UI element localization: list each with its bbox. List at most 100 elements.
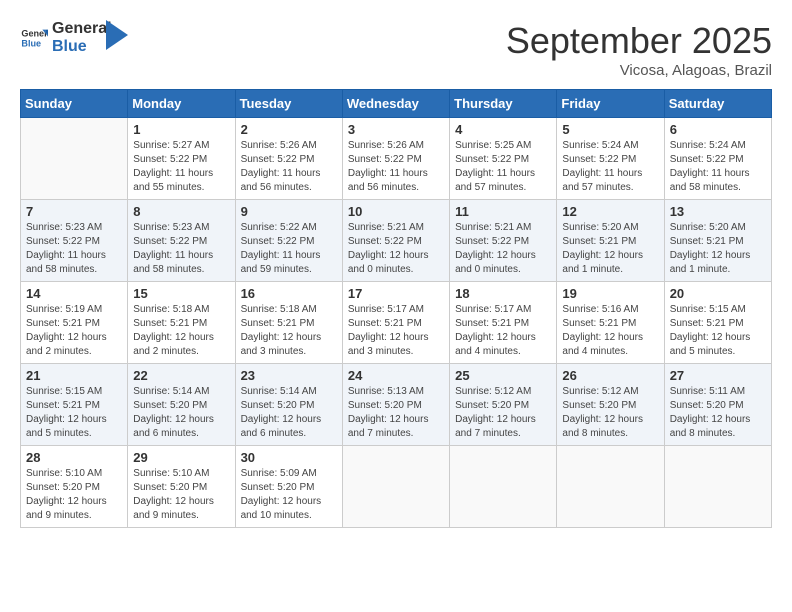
calendar-day-cell: 24Sunrise: 5:13 AMSunset: 5:20 PMDayligh… (342, 364, 449, 446)
logo-blue: Blue (52, 38, 112, 56)
day-number: 1 (133, 122, 229, 137)
day-number: 14 (26, 286, 122, 301)
day-number: 6 (670, 122, 766, 137)
header: General Blue General Blue September 2025… (20, 20, 772, 79)
day-info: Sunrise: 5:14 AMSunset: 5:20 PMDaylight:… (241, 385, 337, 441)
calendar-day-cell: 28 Sunrise: 5:10 AMSunset: 5:20 PMDayligh… (21, 446, 128, 528)
calendar-day-cell: 8 Sunrise: 5:23 AMSunset: 5:22 PMDaylight… (128, 200, 235, 282)
calendar-day-cell: 23 Sunrise: 5:14 AMSunset: 5:20 PMDayligh… (235, 364, 342, 446)
logo-arrow-icon (106, 20, 128, 50)
logo-icon: General Blue (20, 24, 48, 52)
day-number: 22 (133, 368, 229, 383)
logo-general: General (52, 20, 112, 38)
day-info: Sunrise: 5:17 AMSunset: 5:21 PMDaylight:… (455, 303, 551, 359)
calendar-week-row: 7 Sunrise: 5:23 AMSunset: 5:22 PMDaylight… (21, 200, 772, 282)
weekday-header-row: SundayMondayTuesdayWednesdayThursdayFrid… (21, 90, 772, 118)
day-info: Sunrise: 5:19 AMSunset: 5:21 PMDaylight:… (26, 303, 122, 359)
calendar-day-cell: 17 Sunrise: 5:17 AMSunset: 5:21 PMDayligh… (342, 282, 449, 364)
day-number: 3 (348, 122, 444, 137)
day-number: 29 (133, 450, 229, 465)
day-number: 17 (348, 286, 444, 301)
day-number: 9 (241, 204, 337, 219)
weekday-header-thursday: Thursday (450, 90, 557, 118)
day-info: Sunrise: 5:15 AMSunset: 5:21 PMDaylight:… (670, 303, 766, 359)
day-info: Sunrise: 5:10 AMSunset: 5:20 PMDaylight:… (133, 467, 229, 523)
calendar-day-cell: 30 Sunrise: 5:09 AMSunset: 5:20 PMDayligh… (235, 446, 342, 528)
day-number: 20 (670, 286, 766, 301)
day-number: 8 (133, 204, 229, 219)
calendar-day-cell: 21Sunrise: 5:15 AMSunset: 5:21 PMDayligh… (21, 364, 128, 446)
svg-text:Blue: Blue (21, 38, 41, 48)
day-number: 26 (562, 368, 658, 383)
calendar-day-cell: 7 Sunrise: 5:23 AMSunset: 5:22 PMDaylight… (21, 200, 128, 282)
calendar-day-cell: 2 Sunrise: 5:26 AMSunset: 5:22 PMDaylight… (235, 118, 342, 200)
day-info: Sunrise: 5:09 AMSunset: 5:20 PMDaylight:… (241, 467, 337, 523)
day-info: Sunrise: 5:17 AMSunset: 5:21 PMDaylight:… (348, 303, 444, 359)
day-number: 23 (241, 368, 337, 383)
calendar-week-row: 21Sunrise: 5:15 AMSunset: 5:21 PMDayligh… (21, 364, 772, 446)
calendar-week-row: 14 Sunrise: 5:19 AMSunset: 5:21 PMDayligh… (21, 282, 772, 364)
day-info: Sunrise: 5:23 AMSunset: 5:22 PMDaylight:… (133, 221, 229, 277)
calendar-day-cell (664, 446, 771, 528)
calendar-day-cell (450, 446, 557, 528)
day-number: 4 (455, 122, 551, 137)
day-info: Sunrise: 5:18 AMSunset: 5:21 PMDaylight:… (241, 303, 337, 359)
calendar-day-cell: 15Sunrise: 5:18 AMSunset: 5:21 PMDayligh… (128, 282, 235, 364)
day-number: 11 (455, 204, 551, 219)
day-info: Sunrise: 5:10 AMSunset: 5:20 PMDaylight:… (26, 467, 122, 523)
weekday-header-saturday: Saturday (664, 90, 771, 118)
day-info: Sunrise: 5:25 AMSunset: 5:22 PMDaylight:… (455, 139, 551, 195)
calendar-day-cell: 14 Sunrise: 5:19 AMSunset: 5:21 PMDayligh… (21, 282, 128, 364)
day-number: 16 (241, 286, 337, 301)
day-number: 10 (348, 204, 444, 219)
weekday-header-tuesday: Tuesday (235, 90, 342, 118)
calendar-day-cell: 20 Sunrise: 5:15 AMSunset: 5:21 PMDayligh… (664, 282, 771, 364)
month-year-title: September 2025 (506, 20, 772, 62)
day-info: Sunrise: 5:12 AMSunset: 5:20 PMDaylight:… (455, 385, 551, 441)
calendar-day-cell: 18Sunrise: 5:17 AMSunset: 5:21 PMDayligh… (450, 282, 557, 364)
calendar-day-cell: 6 Sunrise: 5:24 AMSunset: 5:22 PMDaylight… (664, 118, 771, 200)
title-section: September 2025 Vicosa, Alagoas, Brazil (506, 20, 772, 79)
calendar-day-cell (557, 446, 664, 528)
calendar-day-cell: 25Sunrise: 5:12 AMSunset: 5:20 PMDayligh… (450, 364, 557, 446)
calendar-day-cell: 16 Sunrise: 5:18 AMSunset: 5:21 PMDayligh… (235, 282, 342, 364)
logo: General Blue General Blue (20, 20, 128, 55)
calendar-day-cell: 3 Sunrise: 5:26 AMSunset: 5:22 PMDaylight… (342, 118, 449, 200)
day-info: Sunrise: 5:26 AMSunset: 5:22 PMDaylight:… (241, 139, 337, 195)
calendar-day-cell: 29 Sunrise: 5:10 AMSunset: 5:20 PMDayligh… (128, 446, 235, 528)
day-info: Sunrise: 5:24 AMSunset: 5:22 PMDaylight:… (562, 139, 658, 195)
calendar-day-cell: 5Sunrise: 5:24 AMSunset: 5:22 PMDaylight… (557, 118, 664, 200)
day-number: 2 (241, 122, 337, 137)
day-info: Sunrise: 5:26 AMSunset: 5:22 PMDaylight:… (348, 139, 444, 195)
calendar-day-cell: 4 Sunrise: 5:25 AMSunset: 5:22 PMDaylight… (450, 118, 557, 200)
calendar-day-cell: 22Sunrise: 5:14 AMSunset: 5:20 PMDayligh… (128, 364, 235, 446)
calendar-day-cell: 10Sunrise: 5:21 AMSunset: 5:22 PMDayligh… (342, 200, 449, 282)
calendar-day-cell (21, 118, 128, 200)
calendar-day-cell: 26Sunrise: 5:12 AMSunset: 5:20 PMDayligh… (557, 364, 664, 446)
day-info: Sunrise: 5:21 AMSunset: 5:22 PMDaylight:… (455, 221, 551, 277)
calendar-week-row: 28 Sunrise: 5:10 AMSunset: 5:20 PMDayligh… (21, 446, 772, 528)
calendar-day-cell (342, 446, 449, 528)
day-info: Sunrise: 5:22 AMSunset: 5:22 PMDaylight:… (241, 221, 337, 277)
calendar-day-cell: 19 Sunrise: 5:16 AMSunset: 5:21 PMDayligh… (557, 282, 664, 364)
day-info: Sunrise: 5:16 AMSunset: 5:21 PMDaylight:… (562, 303, 658, 359)
day-info: Sunrise: 5:27 AMSunset: 5:22 PMDaylight:… (133, 139, 229, 195)
day-number: 28 (26, 450, 122, 465)
day-info: Sunrise: 5:13 AMSunset: 5:20 PMDaylight:… (348, 385, 444, 441)
weekday-header-wednesday: Wednesday (342, 90, 449, 118)
day-number: 30 (241, 450, 337, 465)
calendar-day-cell: 9 Sunrise: 5:22 AMSunset: 5:22 PMDaylight… (235, 200, 342, 282)
day-info: Sunrise: 5:24 AMSunset: 5:22 PMDaylight:… (670, 139, 766, 195)
day-info: Sunrise: 5:20 AMSunset: 5:21 PMDaylight:… (562, 221, 658, 277)
calendar-week-row: 1 Sunrise: 5:27 AMSunset: 5:22 PMDaylight… (21, 118, 772, 200)
weekday-header-sunday: Sunday (21, 90, 128, 118)
day-number: 15 (133, 286, 229, 301)
calendar-day-cell: 11 Sunrise: 5:21 AMSunset: 5:22 PMDayligh… (450, 200, 557, 282)
weekday-header-friday: Friday (557, 90, 664, 118)
day-number: 7 (26, 204, 122, 219)
day-number: 19 (562, 286, 658, 301)
day-info: Sunrise: 5:23 AMSunset: 5:22 PMDaylight:… (26, 221, 122, 277)
day-number: 27 (670, 368, 766, 383)
day-number: 13 (670, 204, 766, 219)
calendar-table: SundayMondayTuesdayWednesdayThursdayFrid… (20, 89, 772, 528)
